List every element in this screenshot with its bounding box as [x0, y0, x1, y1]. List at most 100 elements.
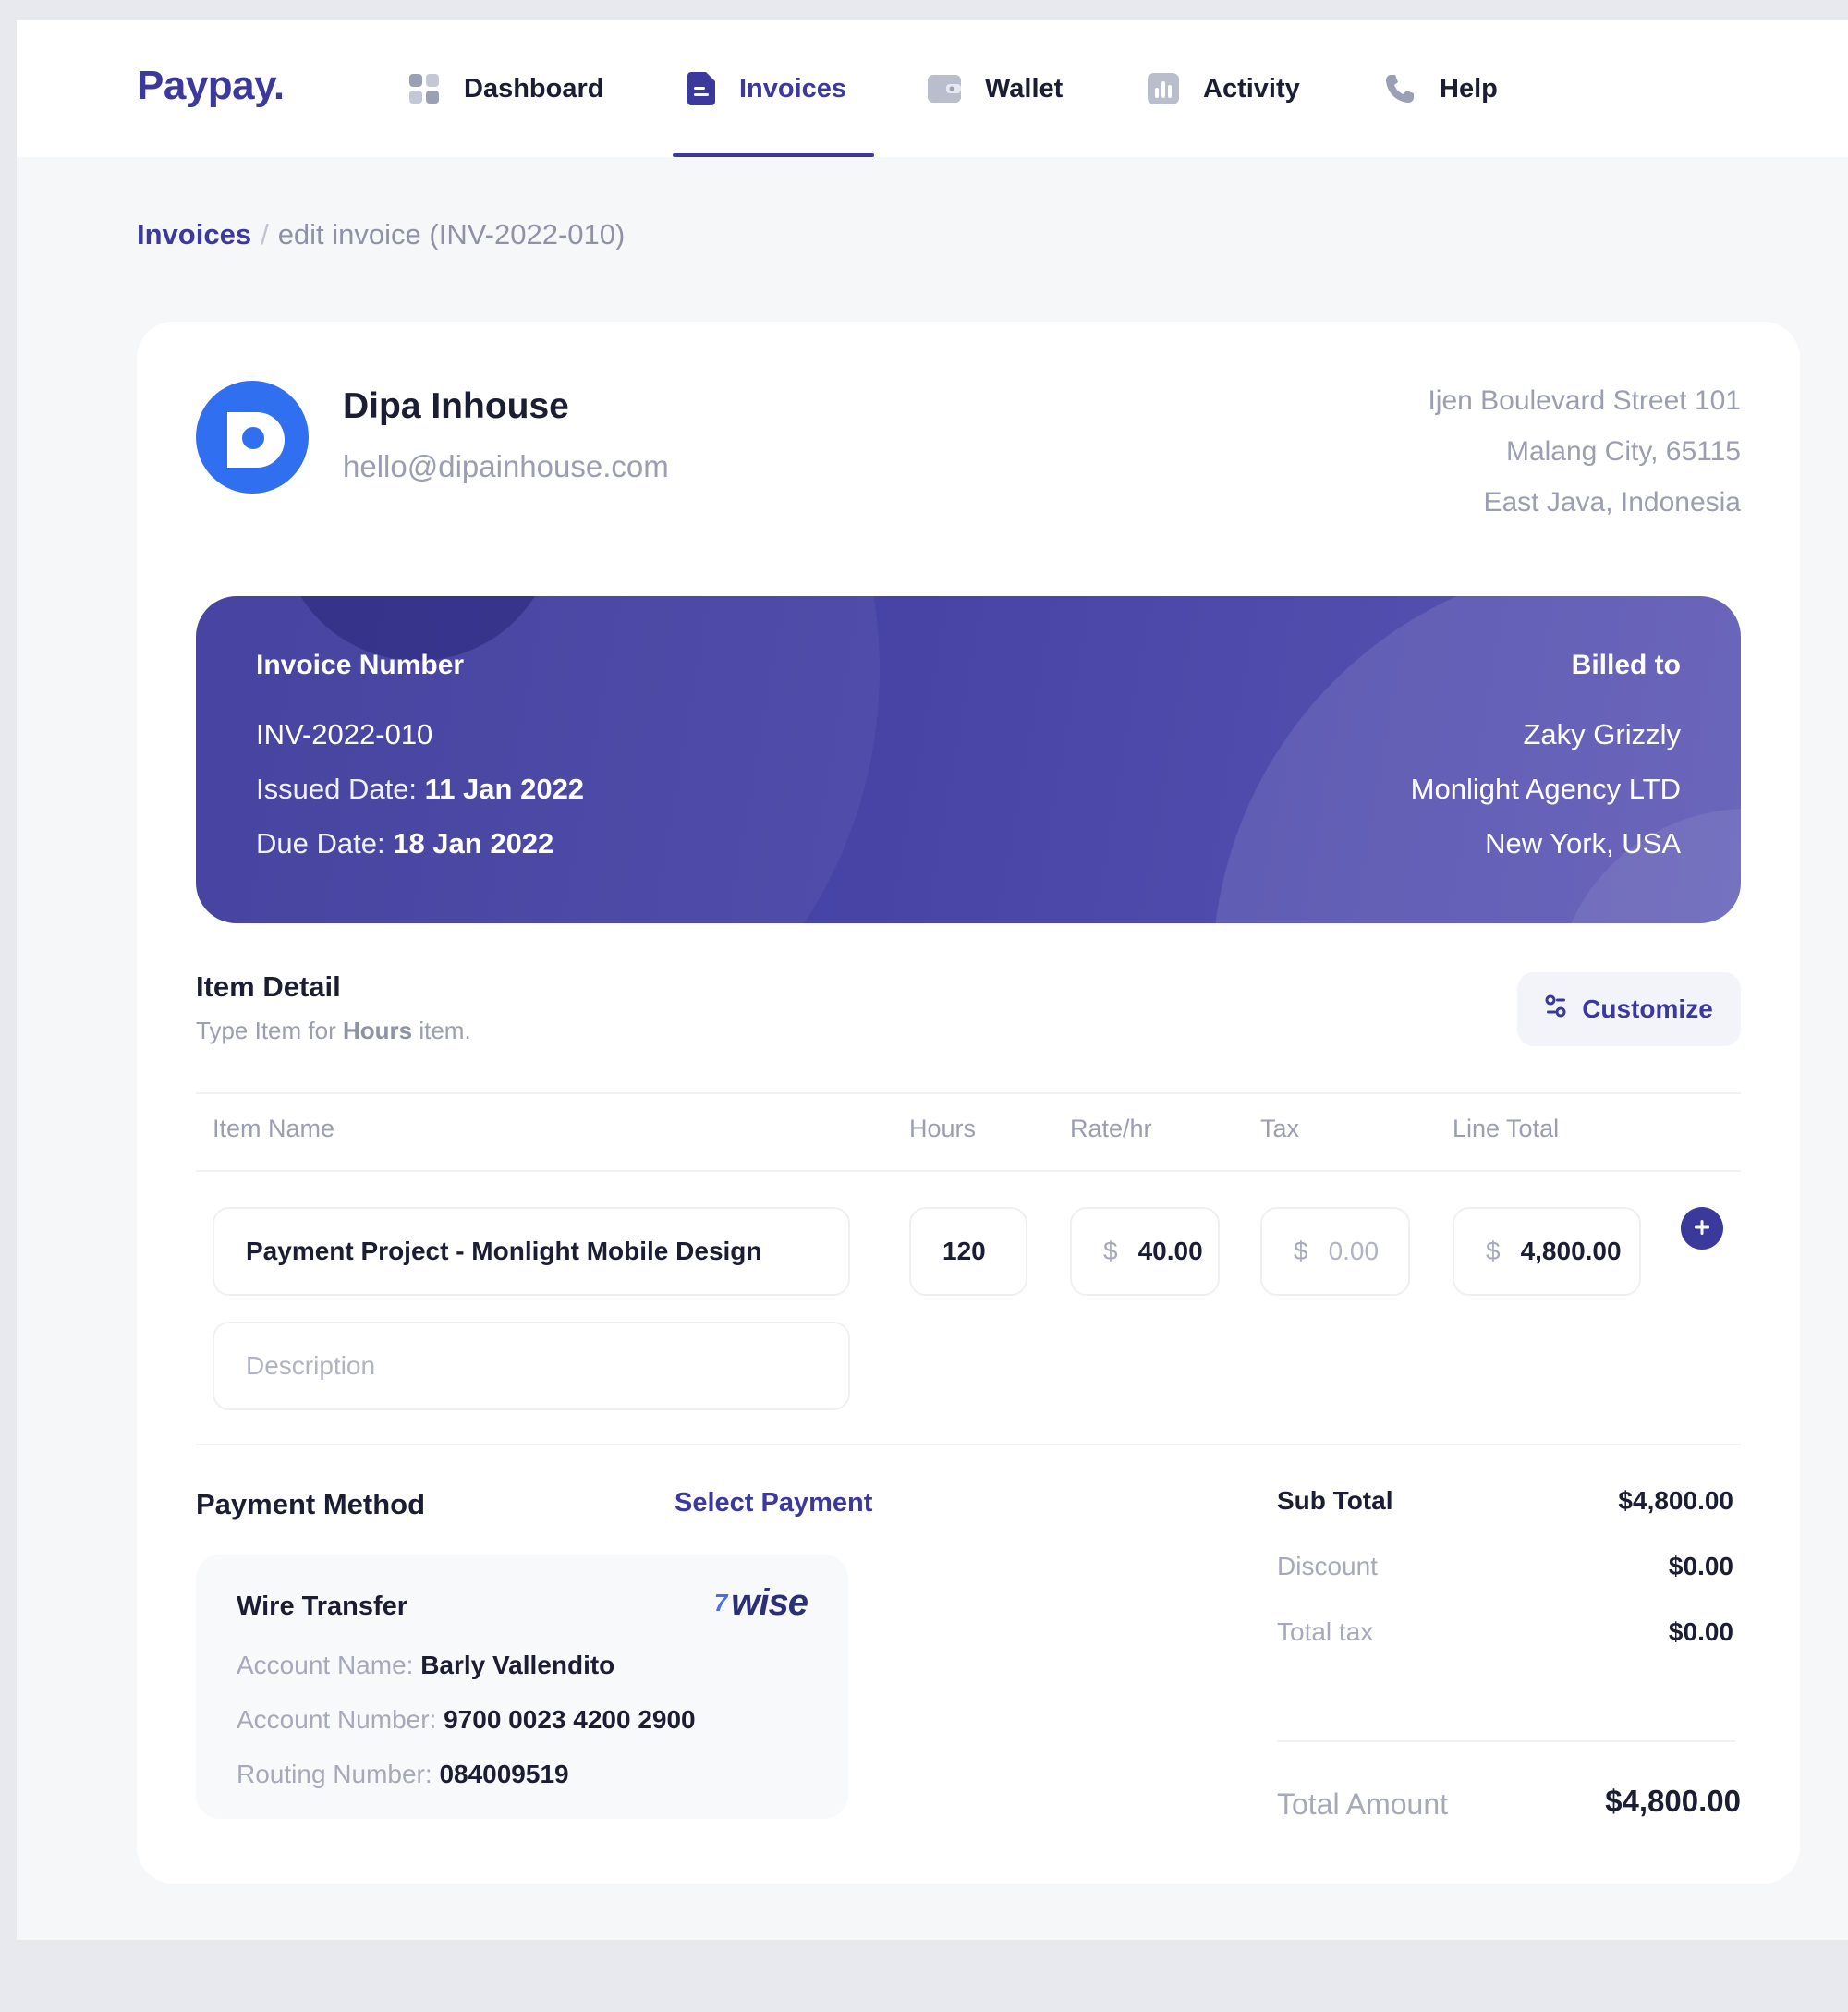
breadcrumb-invoices-link[interactable]: Invoices: [137, 218, 251, 251]
wallet-icon: [928, 75, 961, 103]
column-header-line-total: Line Total: [1453, 1115, 1560, 1142]
rate-value: 40.00: [1137, 1237, 1203, 1265]
column-header-item-name: Item Name: [213, 1115, 335, 1142]
description-placeholder: Description: [246, 1351, 376, 1380]
select-payment-link[interactable]: Select Payment: [675, 1488, 872, 1518]
nav-invoices-label: Invoices: [739, 73, 847, 104]
nav-wallet-label: Wallet: [985, 73, 1064, 104]
issued-date-value: 11 Jan 2022: [424, 773, 585, 805]
invoice-summary-banner: Invoice Number INV-2022-010 Issued Date:…: [196, 596, 1741, 923]
breadcrumb-current: edit invoice (INV-2022-010): [277, 218, 626, 250]
hours-input[interactable]: 120: [909, 1207, 1027, 1296]
due-date-value: 18 Jan 2022: [393, 827, 554, 860]
invoice-card: Dipa Inhouse hello@dipainhouse.com Ijen …: [137, 322, 1800, 1884]
billed-to-line: Zaky Grizzly: [1523, 718, 1682, 750]
item-detail-subtitle: Type Item for Hours item.: [196, 1017, 471, 1045]
address-line: Malang City, 65115: [1505, 436, 1741, 467]
billed-to-info: Billed to Zaky Grizzly Monlight Agency L…: [1411, 650, 1681, 871]
tax-input[interactable]: $ 0.00: [1260, 1207, 1410, 1296]
discount-value: $0.00: [1668, 1552, 1733, 1580]
chart-icon: [1148, 73, 1179, 104]
divider: [196, 1444, 1741, 1445]
nav-activity[interactable]: Activity: [1148, 20, 1300, 157]
customize-label: Customize: [1582, 994, 1713, 1023]
company-name: Dipa Inhouse: [343, 386, 569, 426]
item-name-input[interactable]: Payment Project - Monlight Mobile Design: [213, 1207, 850, 1296]
discount-label: Discount: [1277, 1552, 1378, 1580]
total-amount-label: Total Amount: [1277, 1787, 1448, 1821]
currency-symbol: $: [1294, 1237, 1308, 1265]
divider: [196, 1092, 1741, 1094]
tax-value: 0.00: [1328, 1237, 1380, 1265]
currency-symbol: $: [1103, 1237, 1118, 1265]
brand-logo[interactable]: Paypay.: [137, 63, 285, 109]
invoice-number-label: Invoice Number: [256, 650, 465, 680]
item-detail-title: Item Detail: [196, 970, 341, 1003]
line-total-value: 4,800.00: [1520, 1237, 1622, 1265]
app-window: Paypay. Dashboard Invoices Wallet Activi…: [17, 20, 1848, 1940]
payment-method-card[interactable]: Wire Transfer 7 wise Account Name: Barly…: [196, 1555, 848, 1819]
payment-method-name: Wire Transfer: [237, 1591, 408, 1621]
account-number-value: 9700 0023 4200 2900: [444, 1705, 696, 1734]
hours-value: 120: [942, 1237, 986, 1265]
column-header-hours: Hours: [909, 1115, 977, 1142]
item-name-value: Payment Project - Monlight Mobile Design: [246, 1237, 762, 1265]
nav-invoices[interactable]: Invoices: [673, 20, 874, 157]
breadcrumb: Invoices / edit invoice (INV-2022-010): [137, 218, 625, 251]
billed-to-label: Billed to: [1571, 650, 1681, 680]
dashboard-grid-icon: [408, 73, 440, 104]
billed-to-line: New York, USA: [1485, 827, 1681, 860]
routing-number-label: Routing Number:: [237, 1760, 432, 1788]
line-total-input[interactable]: $ 4,800.00: [1453, 1207, 1641, 1296]
currency-symbol: $: [1486, 1237, 1501, 1265]
nav-dashboard-label: Dashboard: [464, 73, 604, 104]
company-logo-icon: [196, 381, 309, 494]
divider: [1277, 1740, 1735, 1742]
subtitle-text: item.: [419, 1017, 471, 1044]
invoice-info: Invoice Number INV-2022-010 Issued Date:…: [256, 650, 584, 871]
nav-dashboard[interactable]: Dashboard: [408, 20, 603, 157]
description-input[interactable]: Description: [213, 1322, 850, 1410]
account-name-label: Account Name:: [237, 1651, 414, 1679]
sub-total-value: $4,800.00: [1618, 1486, 1733, 1515]
customize-button[interactable]: Customize: [1517, 972, 1741, 1046]
wise-logo: 7 wise: [714, 1582, 808, 1624]
invoice-number: INV-2022-010: [256, 718, 433, 750]
address-line: Ijen Boulevard Street 101: [1428, 385, 1741, 416]
breadcrumb-separator: /: [261, 218, 269, 250]
document-icon: [687, 72, 715, 105]
company-address: Ijen Boulevard Street 101 Malang City, 6…: [1428, 375, 1741, 528]
add-item-button[interactable]: [1681, 1207, 1723, 1250]
total-tax-value: $0.00: [1668, 1617, 1733, 1646]
column-header-rate: Rate/hr: [1070, 1115, 1152, 1142]
payment-method-title: Payment Method: [196, 1488, 426, 1520]
wise-flag-icon: 7: [713, 1589, 728, 1616]
rate-input[interactable]: $ 40.00: [1070, 1207, 1220, 1296]
due-date: Due Date: 18 Jan 2022: [256, 816, 584, 871]
phone-icon: [1384, 73, 1416, 104]
due-date-label: Due Date:: [256, 827, 385, 860]
routing-number-row: Routing Number: 084009519: [237, 1760, 569, 1789]
issued-date: Issued Date: 11 Jan 2022: [256, 762, 584, 816]
issued-date-label: Issued Date:: [256, 773, 418, 805]
nav-help-label: Help: [1440, 73, 1498, 104]
billed-to-line: Monlight Agency LTD: [1410, 773, 1681, 805]
account-number-row: Account Number: 9700 0023 4200 2900: [237, 1705, 696, 1735]
customize-icon: [1545, 994, 1567, 1025]
account-name-row: Account Name: Barly Vallendito: [237, 1651, 614, 1680]
company-email: hello@dipainhouse.com: [343, 449, 669, 483]
subtitle-bold: Hours: [342, 1017, 413, 1044]
account-number-label: Account Number:: [237, 1705, 437, 1734]
subtitle-text: Type Item for: [196, 1017, 336, 1044]
sub-total-label: Sub Total: [1277, 1486, 1393, 1515]
column-header-tax: Tax: [1260, 1115, 1300, 1142]
account-name-value: Barly Vallendito: [420, 1651, 615, 1679]
top-navbar: Paypay. Dashboard Invoices Wallet Activi…: [17, 20, 1848, 157]
nav-activity-label: Activity: [1203, 73, 1300, 104]
address-line: East Java, Indonesia: [1483, 487, 1741, 518]
total-amount-value: $4,800.00: [1605, 1784, 1741, 1818]
divider: [196, 1170, 1741, 1172]
routing-number-value: 084009519: [439, 1760, 569, 1788]
nav-help[interactable]: Help: [1384, 20, 1498, 157]
nav-wallet[interactable]: Wallet: [928, 20, 1063, 157]
